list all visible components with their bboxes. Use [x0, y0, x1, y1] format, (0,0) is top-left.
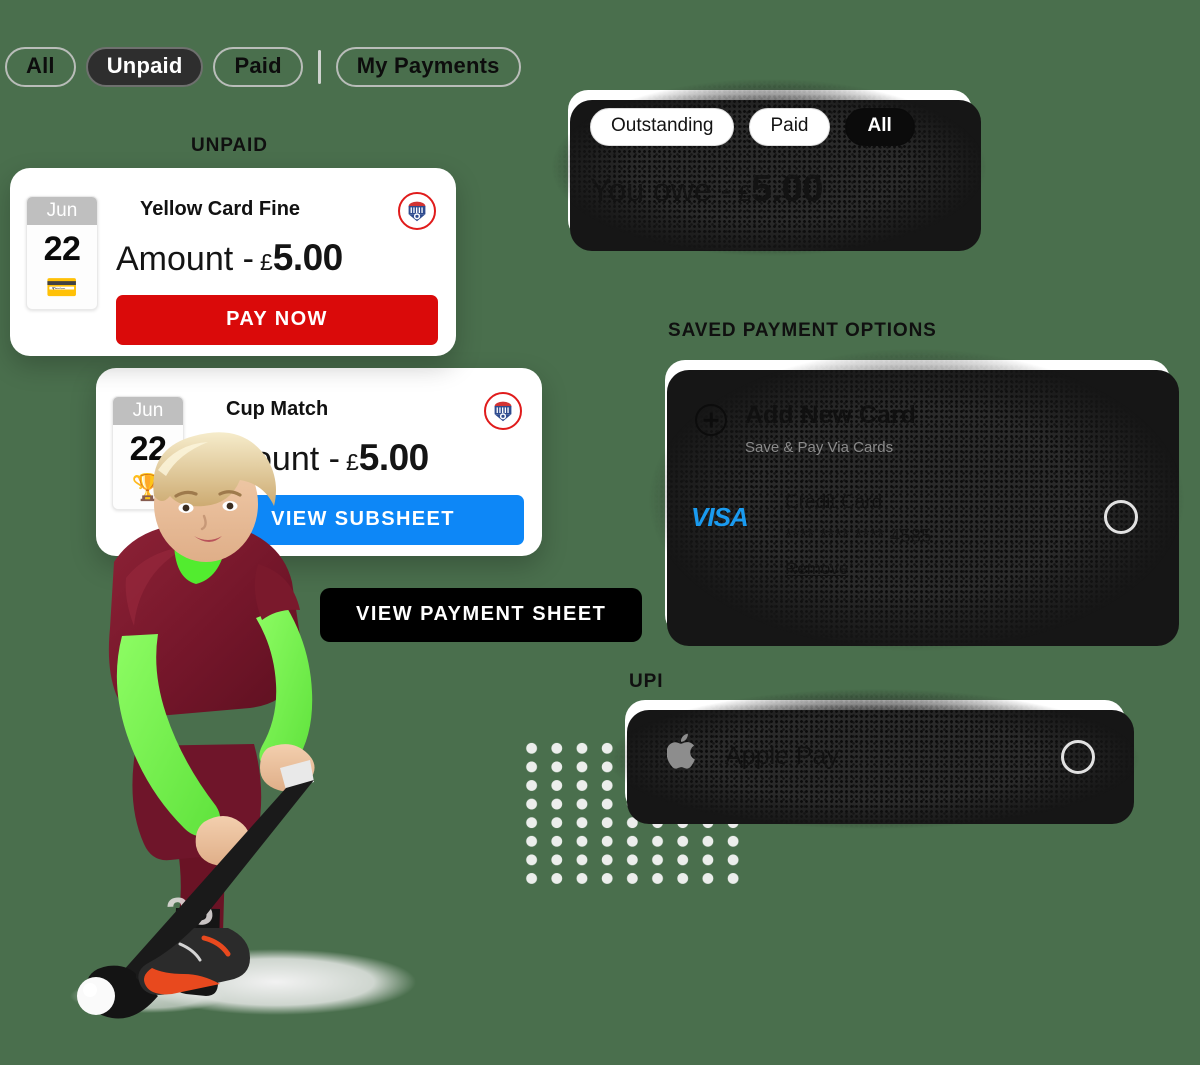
pay-now-button[interactable]: PAY NOW [116, 295, 438, 345]
amount-label: Amount - [202, 440, 340, 478]
club-crest-icon [484, 392, 522, 430]
apple-icon [666, 731, 725, 778]
add-new-card-subtitle: Save & Pay Via Cards [745, 439, 894, 456]
payment-card-title: Cup Match [226, 398, 329, 420]
filter-pill-paid[interactable]: Paid [213, 47, 303, 87]
view-subsheet-button[interactable]: VIEW SUBSHEET [202, 495, 524, 545]
amount-currency: £ [345, 449, 359, 475]
you-owe-card: Outstanding Paid All You owe - £5.00 [568, 90, 981, 251]
apple-pay-option-row[interactable]: Apple Pay [625, 700, 1134, 824]
you-owe-filter-pills: Outstanding Paid All [590, 108, 950, 146]
payment-card-body: Cup Match Amount - £5.00 VIEW SUBSHEET [184, 384, 524, 545]
payment-card-cup-match[interactable]: Jun 22 🏆 Cup Match Amount - £5.00 VIEW S… [96, 368, 542, 556]
apple-pay-label: Apple Pay [725, 742, 839, 770]
you-owe-amount: You owe - £5.00 [590, 168, 950, 211]
payment-card-yellow-card-fine[interactable]: Jun 22 💳 Yellow Card Fine Amount - £5.00… [10, 168, 456, 356]
saved-card-row[interactable]: VISA Credit Card **** **** **** 4585 Rem… [665, 456, 1170, 579]
owe-pill-paid[interactable]: Paid [749, 108, 830, 146]
radio-credit-card[interactable] [1104, 500, 1138, 534]
credit-card-label: Credit Card [785, 492, 883, 513]
amount-currency: £ [259, 249, 273, 275]
owe-pill-all[interactable]: All [844, 108, 915, 146]
you-owe-label: You owe - [590, 172, 732, 208]
radio-apple-pay[interactable] [1061, 739, 1095, 774]
calendar-icon: Jun 22 💳 [26, 196, 98, 310]
trophy-emoji: 🏆 [131, 472, 165, 502]
amount-value: 5.00 [358, 437, 430, 478]
filter-pill-all[interactable]: All [5, 47, 76, 87]
add-new-card-text: Add New Card Save & Pay Via Cards [727, 400, 916, 456]
filter-pill-my-payments[interactable]: My Payments [335, 47, 521, 87]
payment-card-amount: Amount - £5.00 [202, 421, 524, 479]
calendar-day: 22 [129, 430, 167, 468]
credit-card-number: **** **** **** 4585 [785, 526, 932, 546]
you-owe-currency: £ [738, 180, 751, 206]
saved-payment-options-card: Add New Card Save & Pay Via Cards VISA C… [665, 360, 1179, 646]
add-new-card-row[interactable]: Add New Card Save & Pay Via Cards [665, 360, 1170, 456]
filter-pill-unpaid[interactable]: Unpaid [85, 47, 204, 87]
calendar-day: 22 [43, 230, 81, 268]
plus-circle-icon [695, 404, 727, 436]
club-crest-icon [398, 192, 436, 230]
saved-card-details: Credit Card **** **** **** 4585 Remove [779, 492, 932, 579]
saved-payment-options-heading: SAVED PAYMENT OPTIONS [668, 320, 937, 341]
you-owe-value: 5.00 [750, 168, 823, 210]
credit-card-emoji: 💳 [45, 272, 79, 302]
remove-card-link[interactable]: Remove [785, 547, 848, 579]
owe-pill-outstanding[interactable]: Outstanding [590, 108, 735, 146]
calendar-month: Jun [27, 197, 97, 225]
unpaid-section-heading: UNPAID [191, 135, 268, 156]
amount-label: Amount - [116, 240, 254, 278]
calendar-month: Jun [113, 397, 183, 425]
filter-divider [317, 50, 321, 84]
visa-logo-icon: VISA [691, 502, 749, 532]
amount-value: 5.00 [272, 237, 344, 278]
payment-card-body: Yellow Card Fine Amount - £5.00 PAY NOW [98, 184, 438, 345]
payment-card-title: Yellow Card Fine [140, 198, 301, 220]
add-new-card-title: Add New Card [745, 401, 916, 429]
view-payment-sheet-button[interactable]: VIEW PAYMENT SHEET [320, 588, 643, 642]
svg-text:25: 25 [164, 885, 215, 937]
filter-bar: All Unpaid Paid My Payments [5, 47, 521, 87]
calendar-icon: Jun 22 🏆 [112, 396, 184, 510]
upi-section-heading: UPI [629, 671, 664, 692]
payment-card-amount: Amount - £5.00 [116, 221, 438, 279]
